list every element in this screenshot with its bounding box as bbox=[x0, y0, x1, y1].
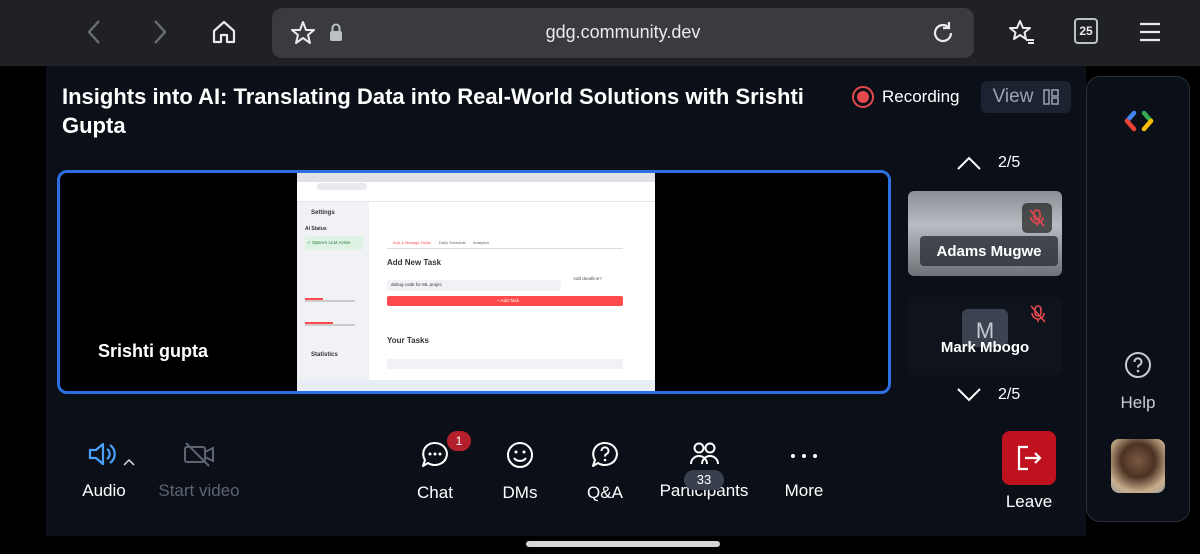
shared-tab-analytics: Analytics bbox=[473, 240, 490, 245]
layout-icon bbox=[1043, 89, 1060, 105]
chevron-down-icon bbox=[957, 388, 981, 402]
user-avatar[interactable] bbox=[1111, 439, 1165, 493]
shared-deadline-label: Add deadline? bbox=[573, 276, 602, 281]
menu-button[interactable] bbox=[1132, 14, 1168, 50]
video-off-icon bbox=[184, 442, 214, 467]
view-button[interactable]: View bbox=[981, 81, 1071, 113]
shared-ai-status: AI Status bbox=[305, 226, 327, 232]
shared-statistics: Statistics bbox=[311, 352, 338, 358]
participant-tile[interactable]: Adams Mugwe bbox=[908, 191, 1062, 276]
chat-icon bbox=[422, 441, 448, 467]
tiles-page-indicator-top: 2/5 bbox=[998, 154, 1021, 171]
dms-label: DMs bbox=[502, 483, 538, 502]
browser-toolbar: gdg.community.dev 25 bbox=[0, 0, 1200, 66]
presenter-name: Srishti gupta bbox=[98, 341, 209, 361]
bookmarks-button[interactable] bbox=[1004, 14, 1040, 50]
home-button[interactable] bbox=[206, 14, 242, 50]
smiley-icon bbox=[507, 442, 533, 468]
chevron-right-icon bbox=[154, 20, 167, 44]
shared-ai-active: ✓ OpenAI LLM Active bbox=[307, 240, 351, 245]
participant-name: Mark Mbogo bbox=[940, 339, 1030, 356]
shared-content: Add & Manage Tasks Daily Schedule Analyt… bbox=[369, 202, 655, 380]
shared-new-task-heading: Add New Task bbox=[387, 258, 442, 267]
participant-name: Adams Mugwe bbox=[920, 236, 1058, 266]
more-label: More bbox=[784, 481, 824, 500]
audio-options-chevron[interactable] bbox=[122, 454, 136, 472]
tiles-up-button[interactable]: 2/5 bbox=[956, 154, 1020, 172]
tiles-down-button[interactable]: 2/5 bbox=[956, 386, 1020, 404]
chevron-left-icon bbox=[87, 20, 100, 44]
shared-bookmarks bbox=[297, 192, 655, 202]
shared-tab-schedule: Daily Schedule bbox=[439, 240, 466, 245]
star-list-icon bbox=[1009, 20, 1034, 44]
home-indicator[interactable] bbox=[526, 541, 720, 547]
leave-button[interactable] bbox=[1002, 431, 1056, 485]
shared-settings-label: Settings bbox=[311, 210, 335, 216]
shared-taskbar bbox=[297, 380, 655, 391]
question-bubble-icon bbox=[592, 441, 618, 467]
chevron-up-icon bbox=[957, 156, 981, 170]
people-icon bbox=[690, 442, 719, 465]
shared-browser-tabs bbox=[297, 173, 655, 182]
view-label: View bbox=[992, 86, 1034, 107]
chat-label: Chat bbox=[417, 483, 453, 502]
screen-share: Settings AI Status ✓ OpenAI LLM Active S… bbox=[297, 173, 655, 391]
shared-sidebar: Settings AI Status ✓ OpenAI LLM Active S… bbox=[297, 202, 369, 380]
leave-label: Leave bbox=[1005, 492, 1053, 511]
shared-address-bar bbox=[297, 182, 655, 192]
dms-button[interactable]: DMs bbox=[498, 440, 542, 503]
leave-door-icon bbox=[1017, 445, 1042, 471]
tiles-page-indicator-bottom: 2/5 bbox=[998, 386, 1021, 403]
audio-label: Audio bbox=[82, 481, 126, 500]
shared-task-input: debug code for ML projec bbox=[391, 282, 442, 287]
recording-label: Recording bbox=[882, 87, 960, 106]
more-dots-icon bbox=[791, 454, 817, 458]
shared-add-task-button: + Add Task bbox=[497, 298, 520, 303]
leave-label-wrap: Leave bbox=[1000, 492, 1058, 512]
hamburger-icon bbox=[1140, 22, 1160, 42]
help-button[interactable]: Help bbox=[1108, 350, 1168, 413]
reload-icon[interactable] bbox=[930, 20, 956, 51]
help-label: Help bbox=[1120, 393, 1156, 412]
start-video-label: Start video bbox=[158, 481, 240, 500]
start-video-button[interactable]: Start video bbox=[154, 440, 244, 501]
qa-label: Q&A bbox=[587, 483, 623, 502]
mic-muted-icon bbox=[1030, 305, 1046, 328]
qa-button[interactable]: Q&A bbox=[584, 440, 626, 503]
tabs-button[interactable]: 25 bbox=[1074, 18, 1098, 44]
record-icon bbox=[852, 86, 874, 108]
chat-unread-badge: 1 bbox=[447, 431, 471, 451]
back-button[interactable] bbox=[76, 14, 112, 50]
shared-tab-manage: Add & Manage Tasks bbox=[393, 240, 431, 245]
speaker-icon bbox=[88, 442, 116, 466]
more-button[interactable]: More bbox=[780, 440, 828, 501]
forward-button[interactable] bbox=[142, 14, 178, 50]
chevron-up-small-icon bbox=[123, 458, 135, 466]
meeting-title: Insights into AI: Translating Data into … bbox=[62, 84, 804, 138]
participants-count: 33 bbox=[684, 470, 724, 490]
help-circle-icon bbox=[1125, 352, 1151, 378]
recording-indicator: Recording bbox=[852, 86, 960, 108]
address-bar[interactable]: gdg.community.dev bbox=[272, 8, 974, 58]
mic-muted-icon bbox=[1022, 203, 1052, 233]
gdg-logo-icon bbox=[1124, 110, 1154, 137]
participant-tile[interactable]: M Mark Mbogo bbox=[908, 297, 1062, 375]
shared-your-tasks: Your Tasks bbox=[387, 336, 429, 345]
home-icon bbox=[212, 20, 236, 44]
presenter-stage[interactable]: Settings AI Status ✓ OpenAI LLM Active S… bbox=[57, 170, 891, 394]
url-text[interactable]: gdg.community.dev bbox=[272, 22, 974, 43]
